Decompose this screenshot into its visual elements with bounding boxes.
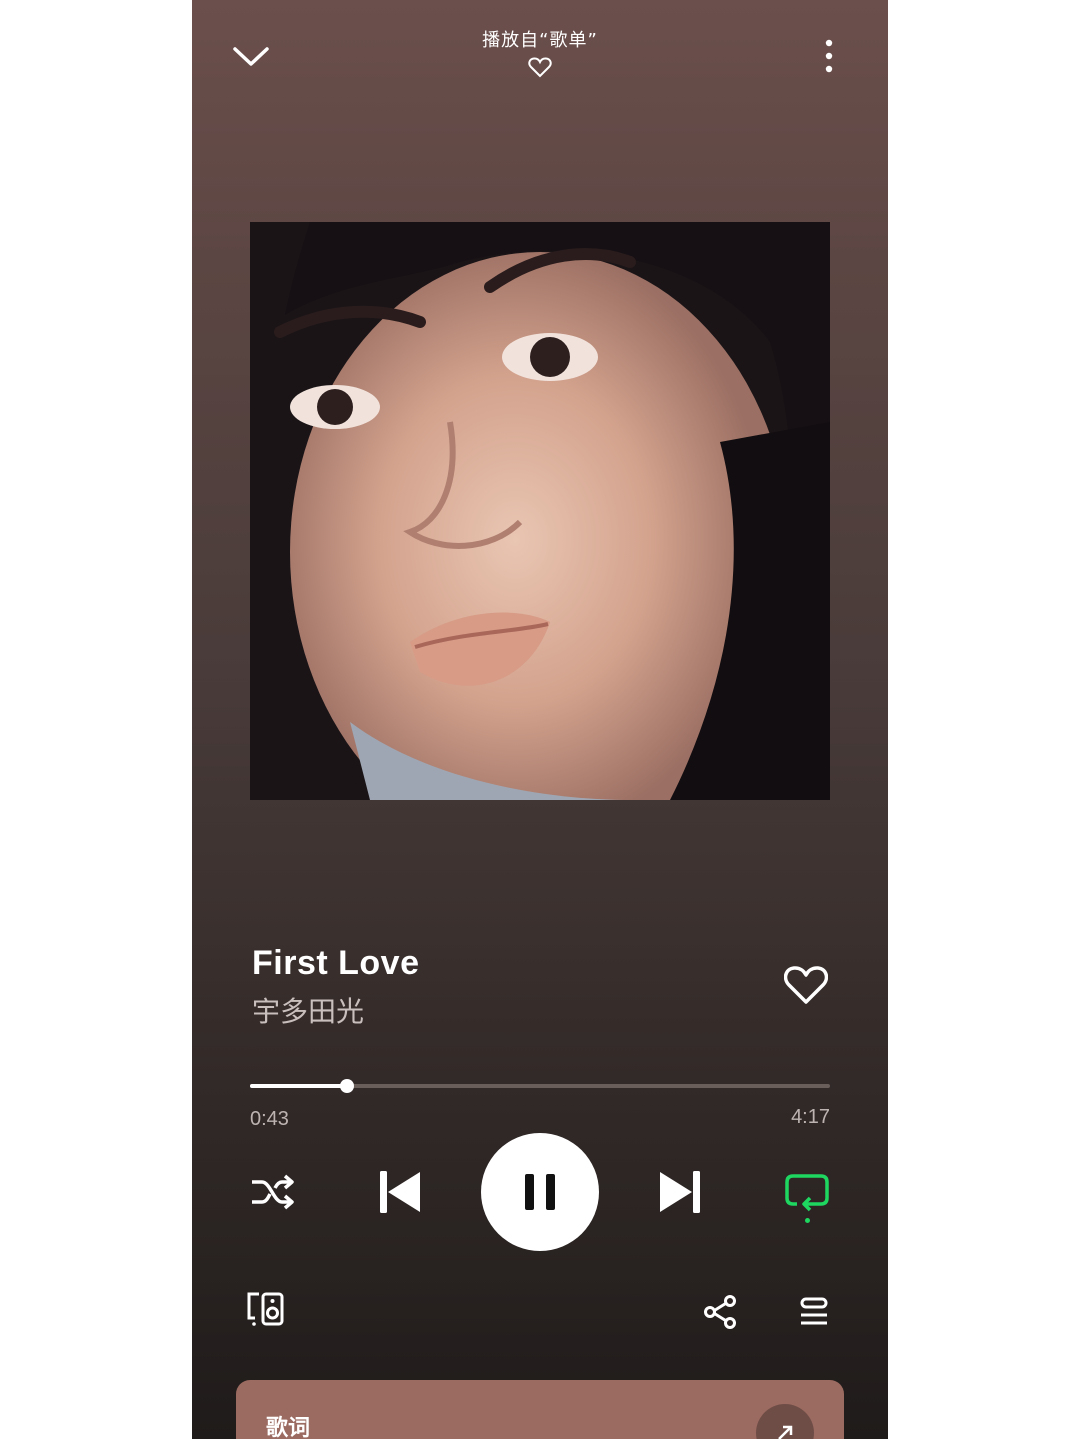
devices-icon xyxy=(247,1292,284,1326)
now-playing-screen: 播放自“歌单” First Love 宇多田光 0:43 4:17 歌词 xyxy=(192,0,888,1439)
track-title: First Love xyxy=(252,944,420,982)
shuffle-icon xyxy=(252,1174,294,1210)
total-duration: 4:17 xyxy=(791,1106,830,1128)
progress-handle[interactable] xyxy=(340,1079,354,1093)
lyrics-card[interactable]: 歌词 xyxy=(236,1380,844,1439)
pause-icon xyxy=(525,1174,555,1210)
repeat-active-dot xyxy=(804,1217,810,1223)
queue-icon xyxy=(800,1297,828,1325)
repeat-icon xyxy=(785,1173,829,1211)
devices-button[interactable] xyxy=(242,1288,288,1330)
track-artist[interactable]: 宇多田光 xyxy=(252,990,364,1030)
previous-track-button[interactable] xyxy=(376,1168,424,1216)
album-art xyxy=(250,222,830,800)
playing-from-label: 播放自“歌单” xyxy=(482,30,598,51)
pause-button[interactable] xyxy=(481,1133,599,1251)
expand-icon xyxy=(778,1425,793,1439)
shuffle-button[interactable] xyxy=(248,1170,298,1214)
previous-icon xyxy=(380,1171,420,1213)
album-art-portrait xyxy=(250,222,830,800)
elapsed-time: 0:43 xyxy=(250,1108,289,1130)
queue-button[interactable] xyxy=(794,1294,834,1330)
heart-outline-icon xyxy=(528,57,552,78)
next-track-button[interactable] xyxy=(656,1168,704,1216)
heart-outline-icon xyxy=(784,966,828,1004)
expand-lyrics-button[interactable] xyxy=(756,1404,814,1439)
progress-bar-fill xyxy=(250,1084,347,1088)
like-track-button[interactable] xyxy=(782,962,830,1008)
more-vertical-icon xyxy=(825,39,833,73)
next-icon xyxy=(660,1171,700,1213)
lyrics-label: 歌词 xyxy=(266,1416,311,1439)
playlist-like-button[interactable] xyxy=(525,54,555,80)
more-options-button[interactable] xyxy=(812,34,846,78)
share-button[interactable] xyxy=(700,1292,740,1332)
share-icon xyxy=(704,1295,736,1329)
repeat-button[interactable] xyxy=(782,1168,832,1226)
